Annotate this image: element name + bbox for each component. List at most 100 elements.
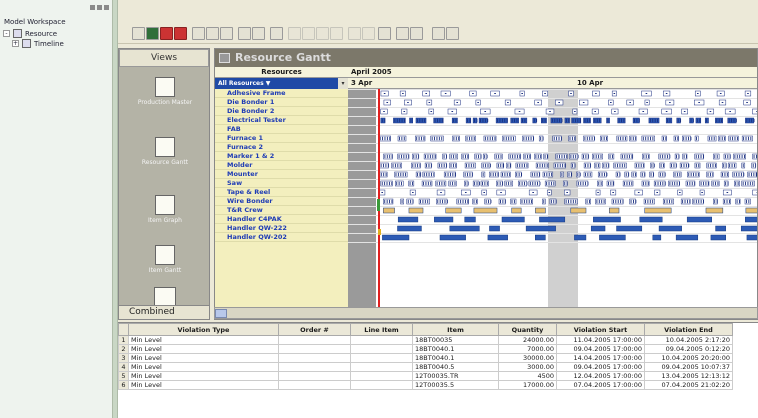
cut-button[interactable] [302,27,315,40]
expander-icon[interactable]: + [12,40,19,47]
table-row[interactable]: 5 Min Level 12T00035.TR 4500 12.04.2005 17:0… [118,371,733,381]
resource-row[interactable]: Saw [215,179,348,188]
task-bar[interactable] [449,225,480,232]
table-row[interactable]: 2 Min Level 18BT0040.1 7000.00 09.04.2005 17… [118,344,733,354]
task-bar[interactable] [624,171,629,178]
col-violation-type[interactable]: Violation Type [128,323,279,336]
tree-item-timeline[interactable]: + Timeline [12,39,64,48]
task-bar[interactable] [474,153,482,160]
table-row[interactable]: 4 Min Level 18BT0040.5 3000.00 09.04.2005 17… [118,362,733,372]
resource-row[interactable]: Marker 1 & 2 [215,152,348,161]
gantt-button[interactable] [146,27,159,40]
col-line-item[interactable]: Line Item [350,323,413,336]
task-bar[interactable] [608,153,615,160]
task-bar[interactable] [472,117,478,124]
resource-row[interactable]: Handler QW-202 [215,233,348,242]
task-bar[interactable] [585,198,591,205]
undo-button[interactable] [348,27,361,40]
task-bar[interactable] [751,162,756,169]
task-bar[interactable] [734,180,740,187]
task-bar[interactable] [706,171,714,178]
gantt-chart[interactable] [348,89,758,320]
task-bar[interactable] [487,234,508,241]
task-bar[interactable] [722,162,727,169]
panel-controls[interactable] [88,0,112,14]
redo-button[interactable] [362,27,375,40]
paste-button[interactable] [330,27,343,40]
info-button[interactable] [446,27,459,40]
task-bar[interactable] [549,198,557,205]
resource-row[interactable]: FAB [215,125,348,134]
resource-row[interactable]: Wire Bonder [215,197,348,206]
task-bar[interactable] [525,225,556,232]
horizontal-scrollbar[interactable] [214,307,758,319]
task-bar[interactable] [563,180,568,187]
task-bar[interactable] [723,180,729,187]
table-row[interactable]: 6 Min Level 12T00035.5 17000.00 07.04.2005 1… [118,380,733,390]
task-bar[interactable] [484,198,491,205]
task-bar[interactable] [594,162,601,169]
tree-item-resource[interactable]: - Resource [3,29,57,38]
task-bar[interactable] [652,234,662,241]
task-bar[interactable] [489,225,500,232]
pointer-button[interactable] [270,27,283,40]
task-bar[interactable] [629,198,636,205]
task-bar[interactable] [694,162,701,169]
task-bar[interactable] [496,180,503,187]
resource-row[interactable]: Furnace 1 [215,134,348,143]
resource-row[interactable]: Handler QW-222 [215,224,348,233]
task-bar[interactable] [382,234,410,241]
task-bar[interactable] [424,162,432,169]
task-bar[interactable] [686,216,712,223]
resource-row[interactable]: Die Bonder 1 [215,98,348,107]
task-bar[interactable] [723,153,731,160]
task-bar[interactable] [745,216,758,223]
task-bar[interactable] [752,153,758,160]
task-bar[interactable] [609,207,620,214]
task-bar[interactable] [570,207,587,214]
task-bar[interactable] [675,234,699,241]
link-button[interactable] [288,27,301,40]
filter-button[interactable] [252,27,265,40]
task-bar[interactable] [639,216,663,223]
task-bar[interactable] [593,216,621,223]
resource-row[interactable]: Handler C4PAK [215,215,348,224]
combined-tab[interactable]: Combined [118,305,210,320]
resource-row[interactable]: T&R Crew [215,206,348,215]
resource-row[interactable]: Furnace 2 [215,143,348,152]
task-bar[interactable] [570,162,576,169]
task-bar[interactable] [658,171,666,178]
task-bar[interactable] [406,198,414,205]
task-bar[interactable] [439,234,466,241]
task-bar[interactable] [581,153,589,160]
task-bar[interactable] [632,117,640,124]
task-bar[interactable] [615,171,621,178]
task-bar[interactable] [710,234,726,241]
resource-row[interactable]: Tape & Reel [215,188,348,197]
task-bar[interactable] [599,234,626,241]
view-more[interactable] [141,287,189,307]
task-bar[interactable] [511,207,522,214]
task-bar[interactable] [752,189,758,196]
task-bar[interactable] [473,207,498,214]
task-bar[interactable] [383,207,395,214]
task-bar[interactable] [669,162,677,169]
task-bar[interactable] [746,234,758,241]
task-bar[interactable] [744,198,751,205]
resource-row[interactable]: Mounter [215,170,348,179]
task-bar[interactable] [434,216,454,223]
table-row[interactable]: 3 Min Level 18BT0040.1 30000.00 14.04.2005 1… [118,353,733,363]
task-bar[interactable] [752,108,758,115]
zoom-in-button[interactable] [192,27,205,40]
task-bar[interactable] [464,216,476,223]
task-bar[interactable] [498,198,506,205]
task-bar[interactable] [412,153,420,160]
scroll-thumb[interactable] [215,309,227,318]
task-bar[interactable] [689,117,694,124]
task-bar[interactable] [539,216,566,223]
col-quantity[interactable]: Quantity [498,323,557,336]
task-bar[interactable] [472,180,480,187]
layout-button[interactable] [132,27,145,40]
view-item-gantt[interactable]: Item Gantt [119,245,211,274]
tools-button[interactable] [238,27,251,40]
